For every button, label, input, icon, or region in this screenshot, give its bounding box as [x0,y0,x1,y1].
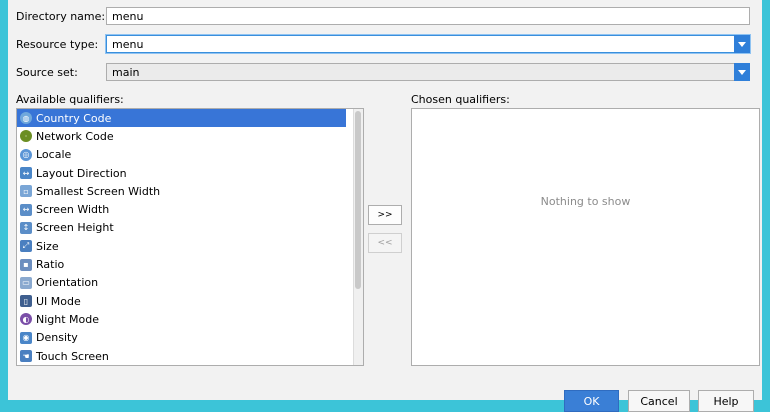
directory-name-input[interactable]: menu [106,7,750,25]
resource-type-select[interactable]: menu [106,35,750,53]
screen-width-icon: ↔ [20,203,32,216]
touch-screen-icon: ☚ [20,350,32,362]
empty-state-text: Nothing to show [540,195,631,208]
directory-name-row: Directory name: [16,6,108,26]
scrollbar-thumb[interactable] [355,111,361,289]
layout-direction-icon: ↔ [20,167,32,180]
list-item[interactable]: ↕ Screen Height [17,219,363,237]
list-item[interactable]: ◎ Locale [17,146,363,164]
list-item[interactable]: ▫ Smallest Screen Width [17,182,363,200]
night-mode-icon: ◐ [20,313,32,326]
add-qualifier-button[interactable]: >> [368,205,402,225]
list-item[interactable]: ▭ Orientation [17,274,363,292]
size-icon: ⤢ [20,240,32,253]
directory-name-value: menu [112,9,144,23]
ok-button[interactable]: OK [564,390,619,412]
list-item[interactable]: ◉ Density [17,329,363,347]
source-set-label: Source set: [16,65,78,79]
density-icon: ◉ [20,331,32,344]
list-item[interactable]: ↔ Screen Width [17,200,363,218]
network-icon: · [20,130,32,143]
source-set-select[interactable]: main [106,63,750,81]
screen-height-icon: ↕ [20,221,32,234]
globe-icon: ◍ [20,112,32,125]
list-item[interactable]: ⤢ Size [17,237,363,255]
list-scrollbar[interactable] [353,109,363,365]
source-set-value: main [112,65,140,79]
chevron-down-icon[interactable] [734,63,750,81]
list-item[interactable]: ▯ UI Mode [17,292,363,310]
resource-type-row: Resource type: [16,34,108,54]
source-set-row: Source set: [16,62,108,82]
resource-type-label: Resource type: [16,37,99,51]
directory-name-label: Directory name: [16,9,106,23]
available-qualifiers-label: Available qualifiers: [16,93,124,106]
list-item[interactable]: ↔ Layout Direction [17,164,363,182]
remove-qualifier-button[interactable]: << [368,233,402,253]
new-resource-directory-dialog: Directory name: menu Resource type: menu… [8,0,762,412]
chevron-down-icon[interactable] [734,35,750,53]
list-item[interactable]: ☚ Touch Screen [17,347,363,365]
list-item[interactable]: ▪ Ratio [17,255,363,273]
available-qualifiers-list[interactable]: ◍ Country Code · Network Code ◎ Locale ↔ Lay… [16,108,364,366]
chosen-qualifiers-label: Chosen qualifiers: [411,93,510,106]
chosen-qualifiers-list[interactable]: Nothing to show [411,108,760,366]
ui-mode-icon: ▯ [20,295,32,308]
locale-icon: ◎ [20,148,32,161]
help-button[interactable]: Help [698,390,754,412]
orientation-icon: ▭ [20,276,32,289]
ratio-icon: ▪ [20,258,32,271]
list-item[interactable]: ◍ Country Code [17,109,346,128]
smallest-width-icon: ▫ [20,185,32,198]
cancel-button[interactable]: Cancel [628,390,690,412]
list-item[interactable]: ◐ Night Mode [17,310,363,328]
list-item[interactable]: · Network Code [17,127,363,145]
resource-type-value: menu [112,37,144,51]
